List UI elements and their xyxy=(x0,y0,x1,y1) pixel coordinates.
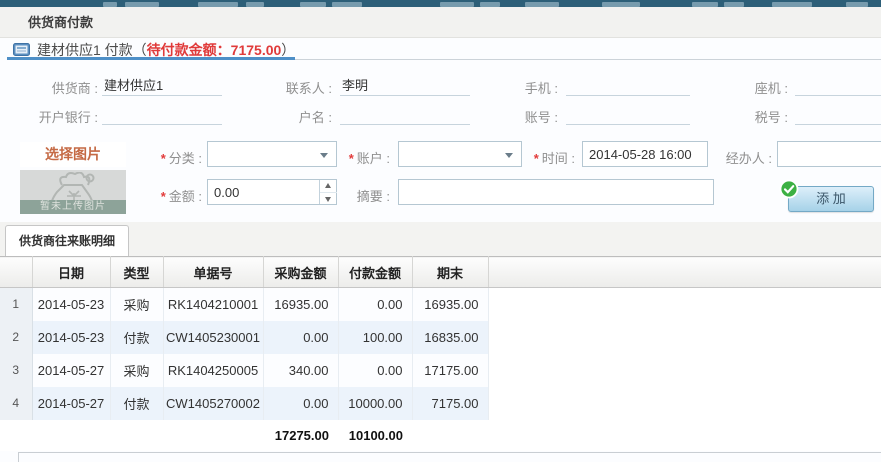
row-number: 4 xyxy=(0,387,32,420)
category-select[interactable] xyxy=(207,141,337,167)
col-balance: 期末 xyxy=(412,257,488,288)
col-type: 类型 xyxy=(110,257,163,288)
chevron-down-icon xyxy=(505,153,513,158)
operator-label: 经办人 : xyxy=(710,148,772,167)
cell-balance: 17175.00 xyxy=(412,354,488,387)
required-mark: * xyxy=(534,151,539,166)
cell-balance: 7175.00 xyxy=(412,387,488,420)
col-payment: 付款金额 xyxy=(338,257,412,288)
page-title: 供货商付款 xyxy=(28,7,93,38)
contact-input[interactable] xyxy=(340,74,470,96)
row-number: 1 xyxy=(0,288,32,321)
contact-label: 联系人 : xyxy=(240,78,332,97)
mobile-input[interactable] xyxy=(566,74,690,96)
monitor-icon xyxy=(13,43,30,63)
col-purchase: 采购金额 xyxy=(263,257,338,288)
cell-doc-no: RK1404250005 xyxy=(163,354,263,387)
add-button[interactable]: 添 加 xyxy=(788,186,874,212)
supplier-payment-page: 供货商付款 建材供应1 付款（待付款金额：7175.00） 供货商 : 联系人 … xyxy=(0,0,881,462)
section-title-suffix: ） xyxy=(281,42,295,58)
bottom-panel-divider xyxy=(18,452,19,462)
cell-purchase: 0.00 xyxy=(263,387,338,420)
select-image-button[interactable]: 选择图片 xyxy=(20,142,126,167)
landline-input[interactable] xyxy=(795,74,881,96)
table-row[interactable]: 2 2014-05-23 付款 CW1405230001 0.00 100.00… xyxy=(0,321,881,354)
cell-date: 2014-05-23 xyxy=(32,321,110,354)
col-date: 日期 xyxy=(32,257,110,288)
amount-input[interactable] xyxy=(208,180,316,204)
table-header-row: 日期 类型 单据号 采购金额 付款金额 期末 xyxy=(0,257,881,288)
required-mark: * xyxy=(161,189,166,204)
table-row[interactable]: 3 2014-05-27 采购 RK1404250005 340.00 0.00… xyxy=(0,354,881,387)
operator-input[interactable] xyxy=(777,141,881,167)
cell-date: 2014-05-27 xyxy=(32,354,110,387)
account-no-label: 账号 : xyxy=(470,107,558,126)
col-filler xyxy=(488,257,881,288)
cell-purchase: 340.00 xyxy=(263,354,338,387)
table-row[interactable]: 1 2014-05-23 采购 RK1404210001 16935.00 0.… xyxy=(0,288,881,321)
cell-doc-no: RK1404210001 xyxy=(163,288,263,321)
cell-doc-no: CW1405230001 xyxy=(163,321,263,354)
row-number: 2 xyxy=(0,321,32,354)
cell-payment: 10000.00 xyxy=(338,387,412,420)
cell-balance: 16935.00 xyxy=(412,288,488,321)
cell-date: 2014-05-23 xyxy=(32,288,110,321)
time-label: 时间 : xyxy=(542,151,575,166)
section-divider xyxy=(295,59,881,60)
category-label: 分类 : xyxy=(169,151,202,166)
col-doc-no: 单据号 xyxy=(163,257,263,288)
chevron-down-icon xyxy=(320,153,328,158)
cell-purchase: 16935.00 xyxy=(263,288,338,321)
summary-input[interactable] xyxy=(398,179,714,205)
landline-label: 座机 : xyxy=(700,78,788,97)
tab-supplier-ledger[interactable]: 供货商往来账明细 xyxy=(5,225,129,256)
cell-type: 采购 xyxy=(110,288,163,321)
detail-tab-strip: 供货商往来账明细 xyxy=(0,222,881,256)
row-number: 3 xyxy=(0,354,32,387)
mobile-label: 手机 : xyxy=(470,78,558,97)
cell-balance: 16835.00 xyxy=(412,321,488,354)
totals-row: 17275.00 10100.00 xyxy=(0,420,881,451)
account-select[interactable] xyxy=(398,141,522,167)
cell-payment: 0.00 xyxy=(338,288,412,321)
page-header: 供货商付款 xyxy=(0,7,881,38)
amount-stepper xyxy=(207,179,337,205)
cell-type: 付款 xyxy=(110,321,163,354)
cell-payment: 100.00 xyxy=(338,321,412,354)
check-circle-icon xyxy=(779,179,799,199)
cell-date: 2014-05-27 xyxy=(32,387,110,420)
pending-amount: 待付款金额：7175.00 xyxy=(147,42,282,58)
bottom-panel-divider xyxy=(18,452,881,453)
cell-payment: 0.00 xyxy=(338,354,412,387)
account-name-input[interactable] xyxy=(340,103,470,125)
total-payment: 10100.00 xyxy=(338,420,412,451)
account-no-input[interactable] xyxy=(566,103,690,125)
tax-no-label: 税号 : xyxy=(700,107,788,126)
supplier-input[interactable] xyxy=(102,74,222,96)
summary-label: 摘要 : xyxy=(330,186,390,205)
bank-input[interactable] xyxy=(102,103,222,125)
cell-type: 采购 xyxy=(110,354,163,387)
supplier-label: 供货商 : xyxy=(18,78,98,97)
section-active-underline xyxy=(7,57,295,60)
tax-no-input[interactable] xyxy=(795,103,881,125)
image-placeholder[interactable]: 暂未上传图片 xyxy=(20,170,126,214)
section-title-prefix: 建材供应1 付款（ xyxy=(37,42,147,58)
top-nav-bar xyxy=(0,0,881,7)
no-image-caption: 暂未上传图片 xyxy=(20,200,126,214)
ledger-table: 日期 类型 单据号 采购金额 付款金额 期末 1 2014-05-23 采购 R… xyxy=(0,256,881,451)
total-purchase: 17275.00 xyxy=(263,420,338,451)
time-input[interactable] xyxy=(582,141,708,167)
table-row[interactable]: 4 2014-05-27 付款 CW1405270002 0.00 10000.… xyxy=(0,387,881,420)
cell-type: 付款 xyxy=(110,387,163,420)
cell-doc-no: CW1405270002 xyxy=(163,387,263,420)
amount-label: 金额 : xyxy=(169,189,202,204)
bank-label: 开户银行 : xyxy=(18,107,98,126)
account-label: 账户 : xyxy=(357,151,390,166)
required-mark: * xyxy=(349,151,354,166)
account-name-label: 户名 : xyxy=(240,107,332,126)
required-mark: * xyxy=(161,151,166,166)
cell-purchase: 0.00 xyxy=(263,321,338,354)
col-row-number xyxy=(0,257,32,288)
